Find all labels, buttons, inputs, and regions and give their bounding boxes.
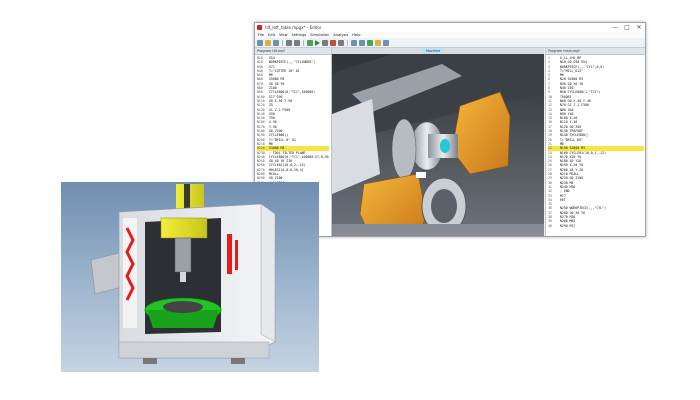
zoom-fit-icon[interactable]	[351, 39, 357, 46]
toolbar-separator	[303, 39, 304, 46]
enclosure-side-shape	[260, 203, 276, 343]
cutter-tip-icon	[440, 139, 450, 153]
machine-3d-viewport[interactable]: Machine	[332, 48, 544, 236]
machine-base-shape	[118, 341, 270, 359]
machine-bed-shape	[332, 224, 544, 236]
rotate-view-icon[interactable]	[359, 39, 365, 46]
leveling-foot-shape	[231, 358, 245, 364]
spindle-bearing-shape	[391, 118, 417, 180]
status-label-shape	[416, 172, 426, 178]
pause-icon[interactable]	[322, 39, 328, 46]
stop-icon[interactable]	[330, 39, 336, 46]
line-number: 40	[548, 223, 552, 228]
toolbar-separator	[282, 39, 283, 46]
close-button[interactable]: ✕	[633, 23, 645, 32]
toolbar	[255, 38, 645, 48]
right-program-panel: Program main.mpf 1 G_LL_LHS_BP 2 N10 G0 G90…	[545, 48, 645, 236]
right-panel-header: Program main.mpf	[546, 48, 645, 55]
redo-icon[interactable]	[294, 39, 300, 46]
machining-center-illustration	[90, 184, 276, 364]
settings-icon[interactable]	[383, 39, 389, 46]
toolbar-separator	[347, 39, 348, 46]
code-text: RET	[560, 197, 566, 202]
brand-graphic-right-2	[235, 240, 238, 270]
step-forward-icon[interactable]	[338, 39, 344, 46]
brand-graphic-right	[227, 234, 232, 274]
left-panel-header: Program tilt.mpf	[255, 48, 331, 55]
maximize-button[interactable]: □	[621, 23, 633, 32]
reset-icon[interactable]	[307, 39, 313, 46]
save-icon[interactable]	[273, 39, 279, 46]
undo-icon[interactable]	[286, 39, 292, 46]
tool-icon	[180, 272, 186, 282]
measure-icon[interactable]	[375, 39, 381, 46]
collision-check-icon[interactable]	[367, 39, 373, 46]
title-bar: tilt_left_table.mpgx* - Editor — □ ✕	[255, 23, 645, 32]
spindle-carriage-shape	[160, 217, 208, 239]
window-title: tilt_left_table.mpgx* - Editor	[265, 25, 322, 30]
open-folder-icon[interactable]	[265, 39, 271, 46]
spindle-shape	[174, 237, 192, 273]
machine-center-render	[61, 182, 319, 372]
left-code-editor[interactable]: N10 G54 N20 WORKPIECE(,,,"CYLINDER") N30 G71 N…	[255, 55, 331, 190]
code-text: T="CUTTER 10" D1	[269, 68, 300, 73]
code-text: N290 M17	[560, 223, 576, 228]
leveling-foot-shape	[143, 358, 157, 364]
minimize-button[interactable]: —	[609, 23, 621, 32]
code-text: T="DRILL 8" D1	[269, 137, 296, 142]
code-text: WORKPIECE(,,,"CYLINDER")	[269, 60, 316, 65]
right-code-line[interactable]: 40 N290 M17	[548, 224, 644, 228]
new-file-icon[interactable]	[257, 39, 263, 46]
chuck-center-shape	[431, 189, 457, 223]
right-code-editor[interactable]: 1 G_LL_LHS_BP 2 N10 G0 G90 G54 3 WORKPIECE(,,…	[546, 55, 645, 229]
spindle-scene	[332, 54, 544, 236]
app-icon	[257, 25, 262, 30]
window-controls: — □ ✕	[609, 23, 645, 32]
play-icon[interactable]	[315, 39, 320, 46]
fixture-plate-shape	[163, 301, 203, 313]
